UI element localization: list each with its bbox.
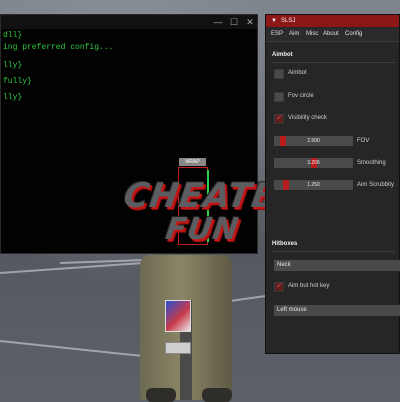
item-tag (165, 342, 191, 354)
cheat-menu: ▼ SLSJ ESP Aim Misc About Config Aimbot … (265, 14, 400, 354)
aimbot-label: Aimbot (288, 70, 307, 76)
tab-bar: ESP Aim Misc About Config (266, 28, 399, 42)
console-line: fully} (3, 77, 32, 86)
console-titlebar[interactable]: — ☐ ✕ (1, 15, 257, 29)
fov-circle-label: Fov circle (288, 93, 314, 99)
minimize-icon[interactable]: — (213, 17, 223, 27)
tab-aim[interactable]: Aim (289, 28, 299, 41)
divider (272, 62, 395, 63)
divider (272, 251, 395, 252)
console-line: ing preferred config... (3, 43, 114, 52)
slider-value: 2.500 (307, 138, 320, 144)
aim-scrubbity-slider-label: Aim Scrubbity (357, 182, 395, 188)
road-marking (0, 340, 150, 358)
fov-slider-label: FOV (357, 138, 370, 144)
hitboxes-heading: Hitboxes (272, 241, 298, 247)
slider-value: 1.250 (307, 182, 320, 188)
hotkey-select-value: Left mouse (277, 307, 307, 313)
aimbot-checkbox[interactable] (274, 69, 284, 79)
watermark-line2: FUN (163, 212, 242, 247)
aimbot-heading: Aimbot (272, 52, 293, 58)
bone-select-value: Neck (277, 262, 291, 268)
held-item (165, 300, 191, 332)
smoothing-slider-label: Smoothing (357, 160, 386, 166)
maximize-icon[interactable]: ☐ (229, 17, 239, 27)
fov-slider[interactable]: 2.500 (274, 136, 353, 146)
menu-title: SLSJ (281, 18, 296, 24)
smoothing-slider[interactable]: 3.206 (274, 158, 353, 168)
aim-hotkey-checkbox[interactable]: ✓ (274, 281, 284, 292)
tab-about[interactable]: About (323, 28, 339, 41)
hotkey-select[interactable]: Left mouse (274, 305, 400, 316)
checkmark-icon: ✓ (276, 281, 283, 290)
console-line: lly} (3, 61, 23, 70)
bone-select[interactable]: Neck (274, 260, 400, 271)
esp-name-label: MRAP (179, 158, 206, 166)
console-line: dll} (3, 31, 23, 40)
aim-scrubbity-slider[interactable]: 1.250 (274, 180, 353, 190)
aim-hotkey-label: Aim but hot key (288, 283, 330, 289)
visibility-check-label: Visibility check (288, 115, 327, 121)
collapse-triangle-icon[interactable]: ▼ (271, 15, 277, 27)
visibility-check-checkbox[interactable]: ✓ (274, 113, 284, 124)
tab-misc[interactable]: Misc (306, 28, 318, 41)
fov-circle-checkbox[interactable] (274, 92, 284, 102)
checkmark-icon: ✓ (276, 113, 283, 122)
road-marking (229, 294, 270, 302)
menu-titlebar[interactable]: ▼ SLSJ (266, 15, 399, 27)
close-icon[interactable]: ✕ (245, 17, 255, 27)
tab-config[interactable]: Config (345, 28, 362, 41)
slider-value: 3.206 (307, 160, 320, 166)
console-line: lly} (3, 93, 23, 102)
tab-esp[interactable]: ESP (271, 28, 283, 41)
